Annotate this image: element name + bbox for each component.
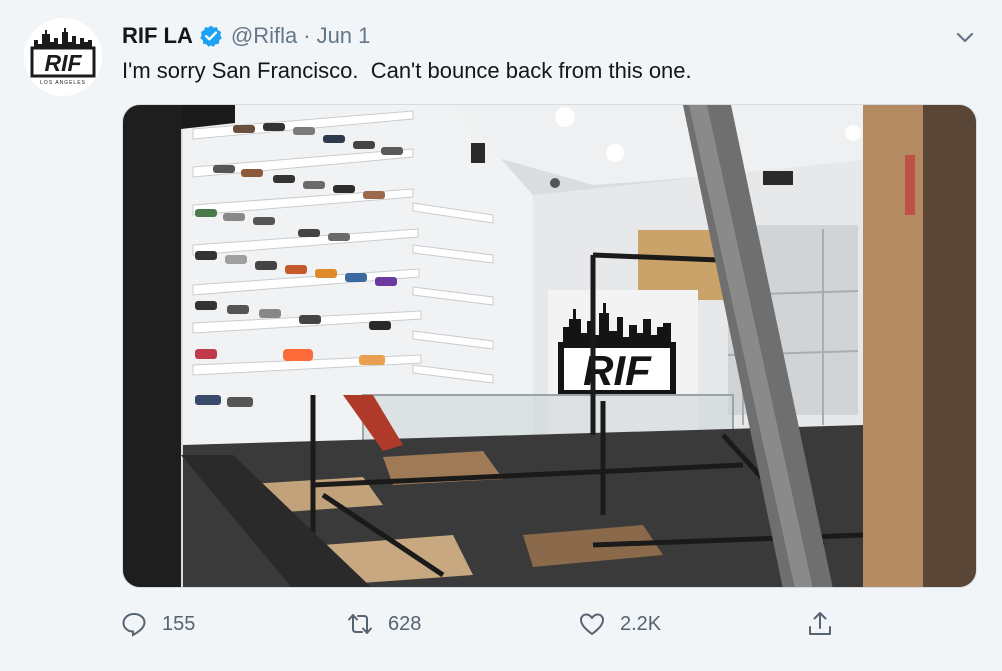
reply-button[interactable]: 155 (120, 604, 195, 644)
retweet-count: 628 (388, 612, 422, 635)
avatar-logo-text: RIF (44, 50, 82, 76)
avatar-subtext: LOS ANGELES (40, 80, 86, 86)
share-icon (809, 612, 831, 635)
store-interior-photo: RIF (123, 105, 976, 587)
header-separator: · (303, 23, 311, 48)
like-button[interactable]: 2.2K (578, 604, 661, 644)
chevron-down-icon[interactable] (952, 24, 978, 50)
heart-icon (580, 613, 604, 635)
verified-badge-icon (199, 24, 223, 48)
reply-count: 155 (162, 612, 196, 635)
profile-avatar[interactable]: RIF LOS ANGELES (24, 18, 102, 96)
share-button[interactable] (806, 604, 848, 644)
tweet-card[interactable]: RIF LOS ANGELES RIF LA @Rifla · Jun 1 I'… (0, 0, 1002, 671)
rif-logo: RIF LOS ANGELES (24, 18, 102, 96)
retweet-icon (348, 614, 372, 634)
reply-icon (122, 612, 146, 637)
user-handle[interactable]: @Rifla (231, 23, 297, 49)
tweet-date[interactable]: Jun 1 (317, 23, 371, 49)
tweet-actions: 155 628 2.2K (0, 604, 1002, 644)
tweet-media-photo[interactable]: RIF (122, 104, 977, 588)
display-name[interactable]: RIF LA (122, 23, 193, 49)
like-count: 2.2K (620, 612, 662, 635)
tweet-text: I'm sorry San Francisco. Can't bounce ba… (122, 58, 692, 83)
tweet-header: RIF LA @Rifla · Jun 1 (122, 22, 370, 50)
retweet-button[interactable]: 628 (346, 604, 421, 644)
